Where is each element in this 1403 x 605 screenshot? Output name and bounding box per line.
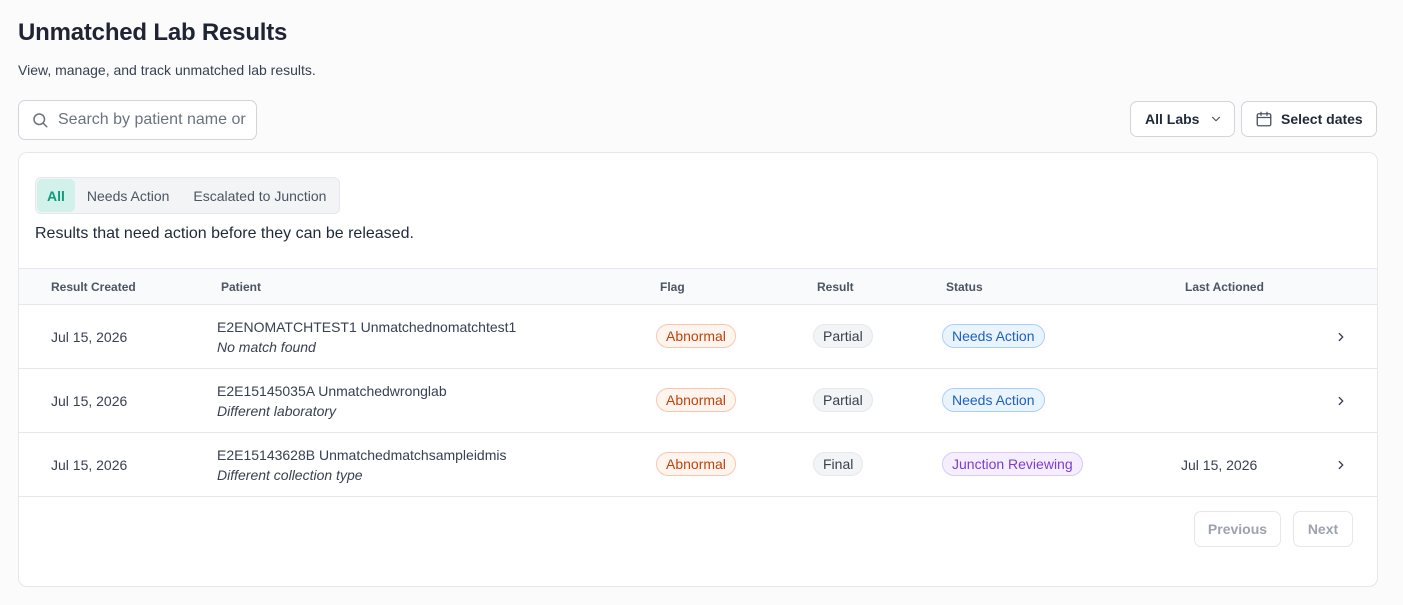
last-actioned-date: Jul 15, 2026 — [1181, 457, 1258, 473]
flag-badge: Abnormal — [656, 452, 736, 476]
column-header-result-created: Result Created — [51, 280, 136, 294]
tab-all[interactable]: All — [37, 179, 75, 212]
next-page-button[interactable]: Next — [1293, 511, 1353, 547]
column-header-result: Result — [817, 280, 854, 294]
table-header: Result Created Patient Flag Result Statu… — [19, 268, 1377, 305]
tab-list: All Needs Action Escalated to Junction — [35, 177, 341, 214]
page-title: Unmatched Lab Results — [18, 19, 288, 46]
column-header-status: Status — [946, 280, 983, 294]
flag-badge: Abnormal — [656, 388, 736, 412]
labs-filter-label: All Labs — [1145, 111, 1200, 127]
search-input[interactable] — [58, 111, 248, 129]
column-header-patient: Patient — [221, 280, 262, 294]
table-row[interactable]: Jul 15, 2026 E2E15143628B Unmatchedmatch… — [19, 433, 1377, 497]
table-row[interactable]: Jul 15, 2026 E2ENOMATCHTEST1 Unmatchedno… — [19, 305, 1377, 369]
patient-name: E2ENOMATCHTEST1 Unmatchednomatchtest1 — [217, 319, 517, 335]
chevron-down-icon — [1212, 116, 1221, 122]
status-badge: Junction Reviewing — [942, 452, 1083, 476]
patient-name: E2E15145035A Unmatchedwronglab — [217, 383, 447, 399]
date-range-button[interactable]: Select dates — [1241, 101, 1377, 137]
result-created-date: Jul 15, 2026 — [51, 393, 128, 409]
status-badge: Needs Action — [942, 324, 1045, 348]
patient-name: E2E15143628B Unmatchedmatchsampleidmis — [217, 447, 507, 463]
tab-escalated[interactable]: Escalated to Junction — [181, 179, 338, 212]
page-subtitle: View, manage, and track unmatched lab re… — [18, 62, 316, 78]
search-box[interactable] — [18, 100, 257, 140]
match-reason: Different collection type — [217, 467, 363, 483]
status-badge: Needs Action — [942, 388, 1045, 412]
table-row[interactable]: Jul 15, 2026 E2E15145035A Unmatchedwrong… — [19, 369, 1377, 433]
tab-description: Results that need action before they can… — [35, 225, 414, 242]
chevron-right-icon[interactable] — [1334, 458, 1348, 472]
labs-filter-dropdown[interactable]: All Labs — [1130, 101, 1235, 137]
previous-page-button[interactable]: Previous — [1194, 511, 1281, 547]
chevron-right-icon[interactable] — [1334, 394, 1348, 408]
page: Unmatched Lab Results View, manage, and … — [0, 0, 1403, 605]
date-range-label: Select dates — [1281, 111, 1363, 127]
result-created-date: Jul 15, 2026 — [51, 329, 128, 345]
column-header-last-actioned: Last Actioned — [1185, 280, 1264, 294]
result-badge: Final — [813, 452, 864, 476]
chevron-right-icon[interactable] — [1334, 330, 1348, 344]
tab-needs-action[interactable]: Needs Action — [75, 179, 182, 212]
match-reason: Different laboratory — [217, 403, 337, 419]
result-created-date: Jul 15, 2026 — [51, 457, 128, 473]
flag-badge: Abnormal — [656, 324, 736, 348]
result-badge: Partial — [813, 388, 873, 412]
column-header-flag: Flag — [660, 280, 685, 294]
calendar-icon — [1256, 111, 1272, 127]
search-icon — [33, 113, 48, 128]
result-badge: Partial — [813, 324, 873, 348]
results-card: All Needs Action Escalated to Junction R… — [18, 152, 1378, 587]
match-reason: No match found — [217, 339, 316, 355]
